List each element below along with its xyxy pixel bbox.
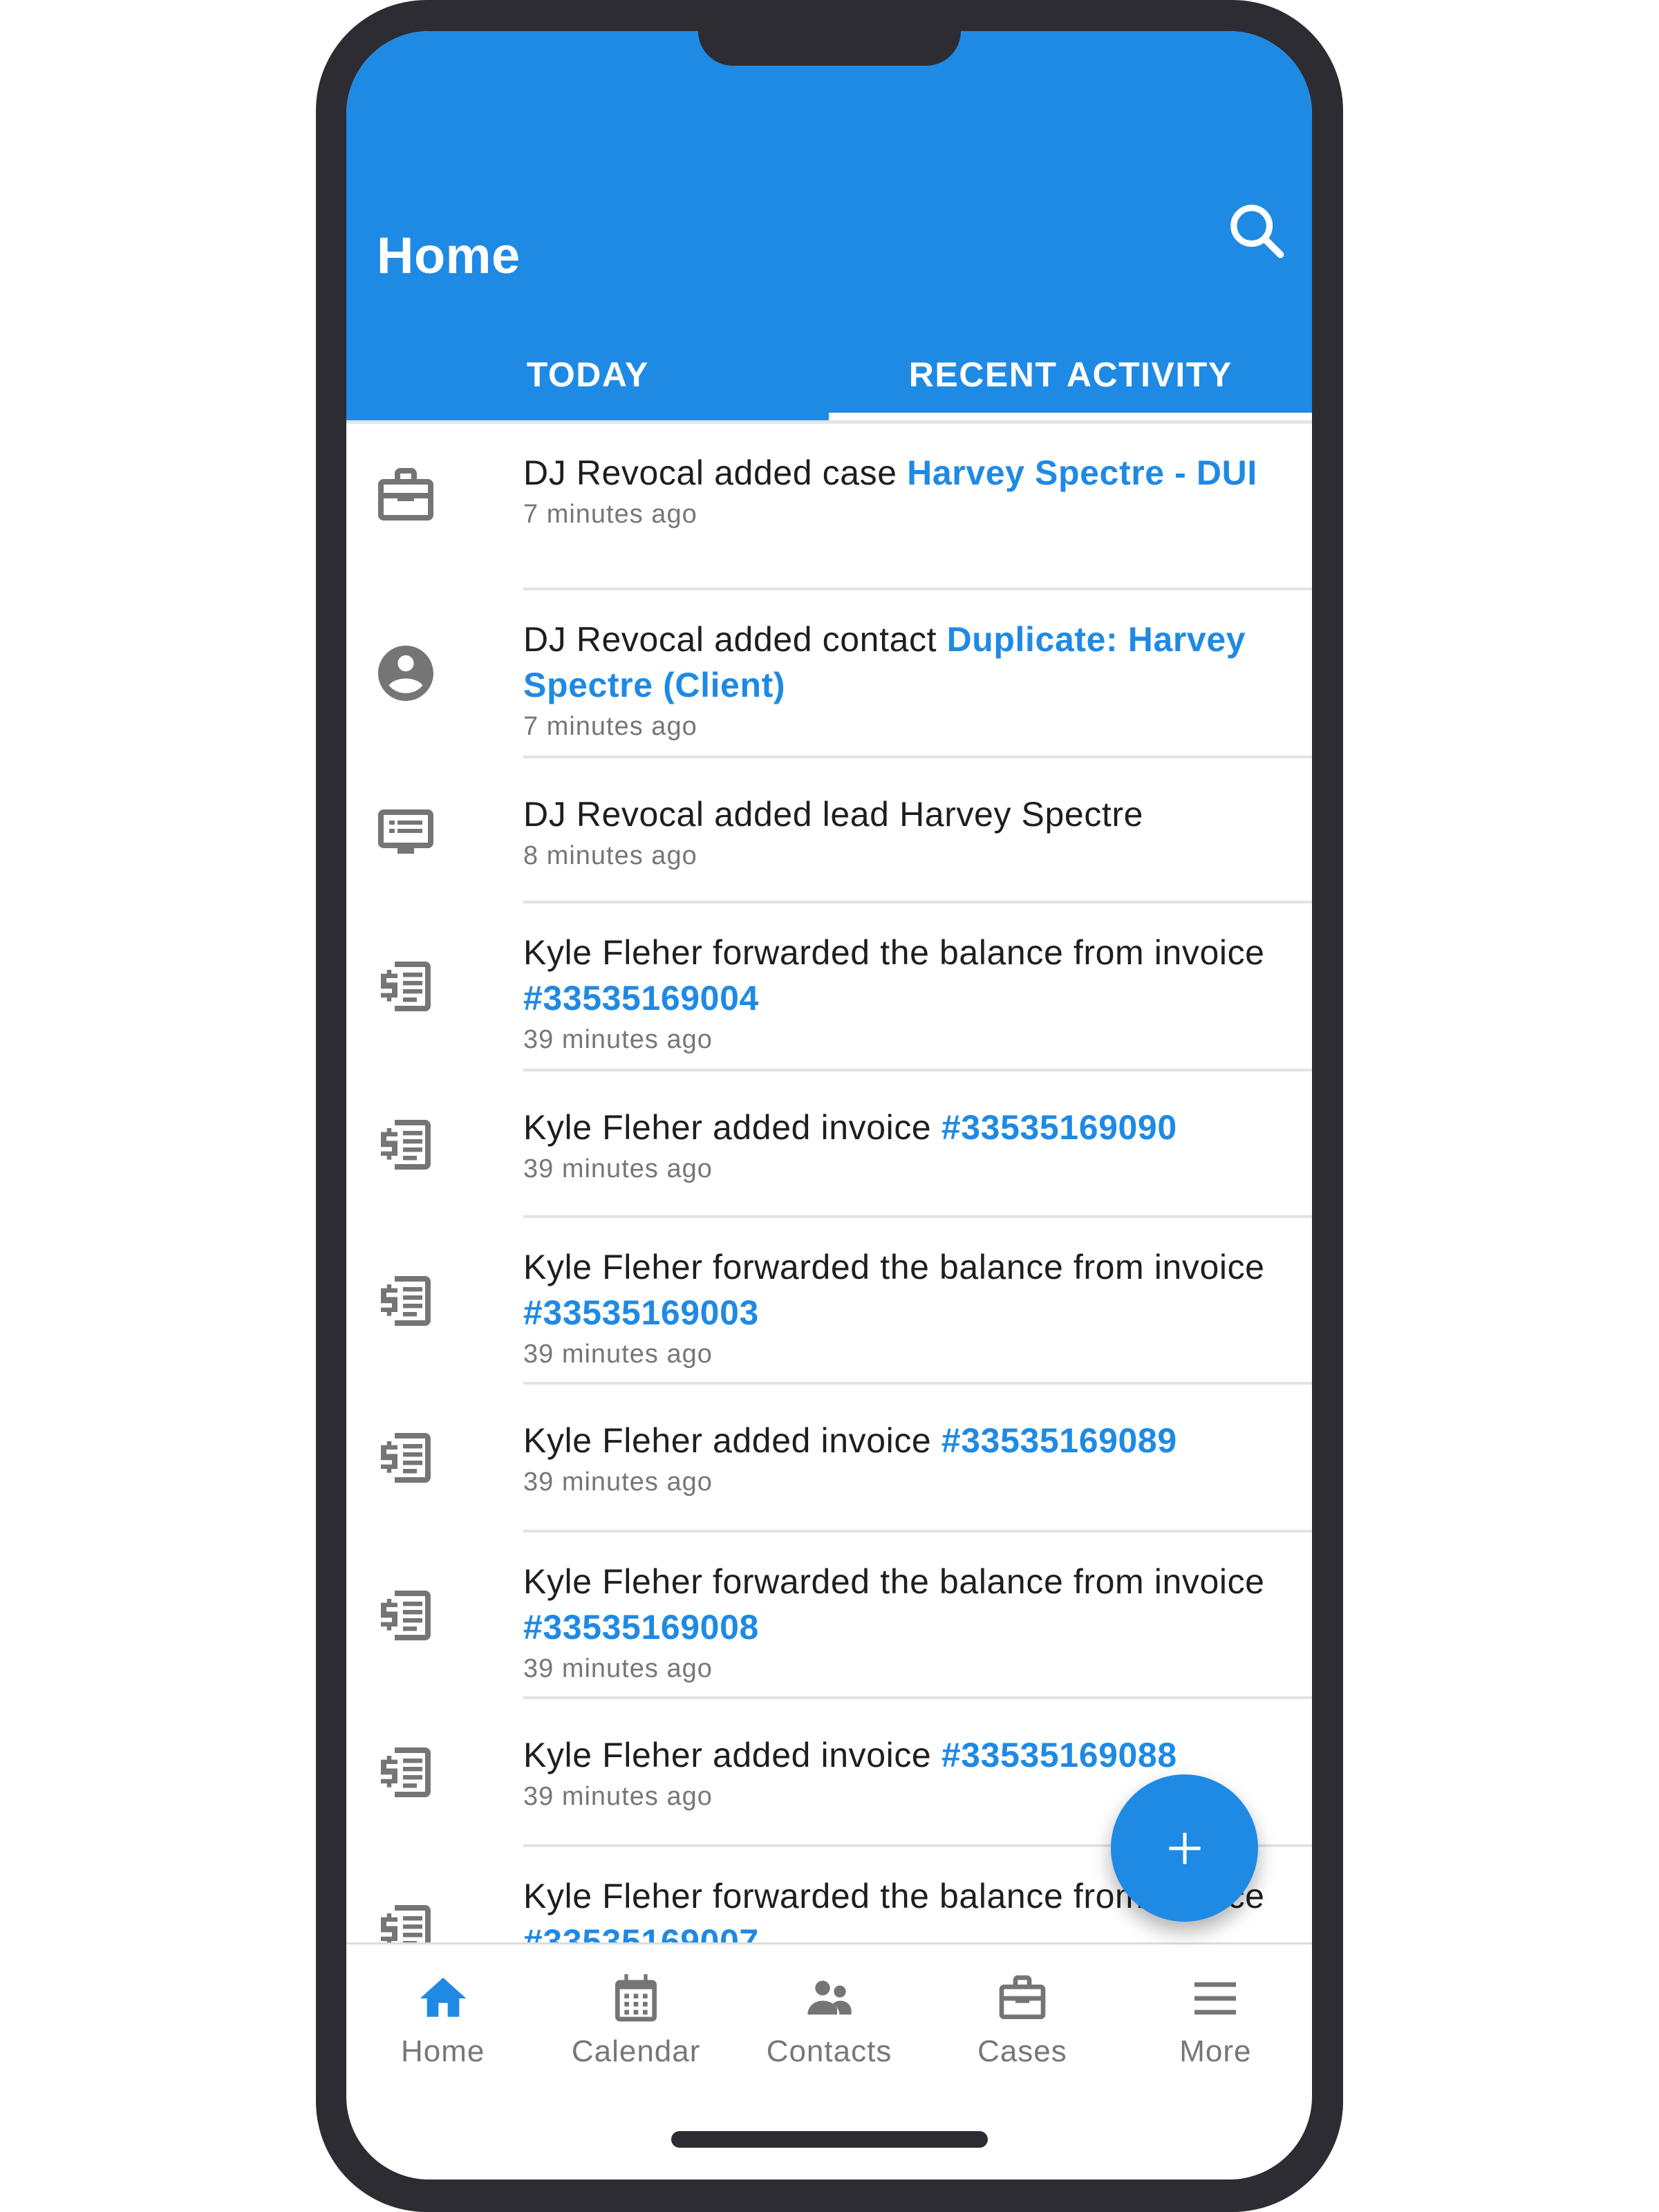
invoice-icon: [381, 962, 431, 1011]
activity-time: 8 minutes ago: [523, 841, 697, 870]
activity-time: 39 minutes ago: [523, 1025, 713, 1054]
activity-item[interactable]: Kyle Fleher forwarded the balance from i…: [346, 903, 1312, 1071]
invoice-icon: [381, 1120, 431, 1170]
nav-contacts[interactable]: Contacts: [733, 1944, 926, 2083]
tab-recent-activity[interactable]: RECENT ACTIVITY: [830, 335, 1313, 420]
contacts-icon: [807, 1980, 852, 2015]
menu-icon: [1194, 1982, 1237, 2015]
activity-item[interactable]: DJ Revocal added contact Duplicate: Harv…: [346, 590, 1312, 758]
nav-cases[interactable]: Cases: [926, 1944, 1118, 2083]
briefcase-icon: [378, 468, 433, 521]
phone-screen: Home TODAY RECENT ACTIVITY DJ Revocal ad…: [346, 31, 1312, 2180]
lead-icon: [378, 809, 433, 854]
bottom-navigation: Home Calendar Contacts Cases More: [346, 1942, 1312, 2083]
invoice-link[interactable]: #33535169090: [941, 1108, 1177, 1147]
search-icon: [1230, 205, 1284, 259]
nav-label: More: [1179, 2034, 1252, 2068]
activity-text: Kyle Fleher added invoice: [523, 1108, 941, 1147]
calendar-icon: [615, 1974, 657, 2022]
search-button[interactable]: [1223, 197, 1292, 266]
activity-item[interactable]: Kyle Fleher forwarded the balance from i…: [346, 1533, 1312, 1699]
invoice-link[interactable]: #33535169003: [523, 1293, 759, 1332]
activity-time: 39 minutes ago: [523, 1154, 713, 1183]
activity-text: Kyle Fleher forwarded the balance from i…: [523, 1562, 1265, 1601]
tab-bar: TODAY RECENT ACTIVITY: [346, 335, 1312, 420]
invoice-link[interactable]: #33535169088: [941, 1736, 1177, 1774]
invoice-icon: [381, 1433, 431, 1483]
invoice-link[interactable]: #33535169004: [523, 979, 759, 1018]
case-link[interactable]: Harvey Spectre - DUI: [907, 453, 1257, 492]
activity-text: DJ Revocal added lead Harvey Spectre: [523, 795, 1144, 834]
nav-label: Home: [401, 2034, 485, 2068]
invoice-icon: [381, 1276, 431, 1326]
phone-notch: [698, 0, 961, 66]
activity-time: 39 minutes ago: [523, 1340, 713, 1369]
activity-text: DJ Revocal added case: [523, 453, 908, 492]
invoice-icon: [381, 1591, 431, 1640]
activity-time: 7 minutes ago: [523, 712, 697, 741]
nav-calendar[interactable]: Calendar: [539, 1944, 732, 2083]
activity-item[interactable]: Kyle Fleher forwarded the balance from i…: [346, 1218, 1312, 1385]
activity-item[interactable]: Kyle Fleher added invoice #33535169089 3…: [346, 1385, 1312, 1533]
activity-text: Kyle Fleher forwarded the balance from i…: [523, 933, 1265, 972]
app-bar: Home TODAY RECENT ACTIVITY: [346, 31, 1312, 420]
invoice-icon: [381, 1905, 431, 1942]
activity-feed[interactable]: DJ Revocal added case Harvey Spectre - D…: [346, 424, 1312, 1942]
account-circle-icon: [378, 646, 433, 701]
invoice-link[interactable]: #33535169089: [941, 1421, 1177, 1460]
activity-item[interactable]: DJ Revocal added lead Harvey Spectre 8 m…: [346, 758, 1312, 903]
activity-text: Kyle Fleher added invoice: [523, 1736, 941, 1774]
nav-label: Contacts: [766, 2034, 892, 2068]
add-fab-button[interactable]: [1111, 1774, 1258, 1922]
home-icon: [420, 1978, 467, 2017]
activity-time: 39 minutes ago: [523, 1654, 713, 1683]
activity-text: DJ Revocal added contact: [523, 620, 947, 659]
page-title: Home: [377, 227, 521, 284]
activity-time: 39 minutes ago: [523, 1468, 713, 1497]
nav-label: Calendar: [571, 2034, 701, 2068]
invoice-icon: [381, 1747, 431, 1797]
nav-more[interactable]: More: [1119, 1944, 1312, 2083]
activity-text: Kyle Fleher forwarded the balance from i…: [523, 1248, 1265, 1286]
activity-text: Kyle Fleher added invoice: [523, 1421, 941, 1460]
active-tab-indicator: [829, 413, 1312, 420]
activity-item[interactable]: DJ Revocal added case Harvey Spectre - D…: [346, 424, 1312, 590]
nav-label: Cases: [977, 2034, 1067, 2068]
tab-today[interactable]: TODAY: [346, 335, 830, 420]
invoice-link[interactable]: #33535169007: [523, 1922, 759, 1942]
plus-icon: [1169, 1833, 1200, 1864]
invoice-link[interactable]: #33535169008: [523, 1608, 759, 1647]
activity-item[interactable]: Kyle Fleher added invoice #33535169090 3…: [346, 1071, 1312, 1218]
home-indicator[interactable]: [671, 2131, 988, 2148]
nav-home[interactable]: Home: [346, 1944, 539, 2083]
briefcase-icon: [999, 1975, 1046, 2019]
activity-time: 7 minutes ago: [523, 500, 697, 529]
